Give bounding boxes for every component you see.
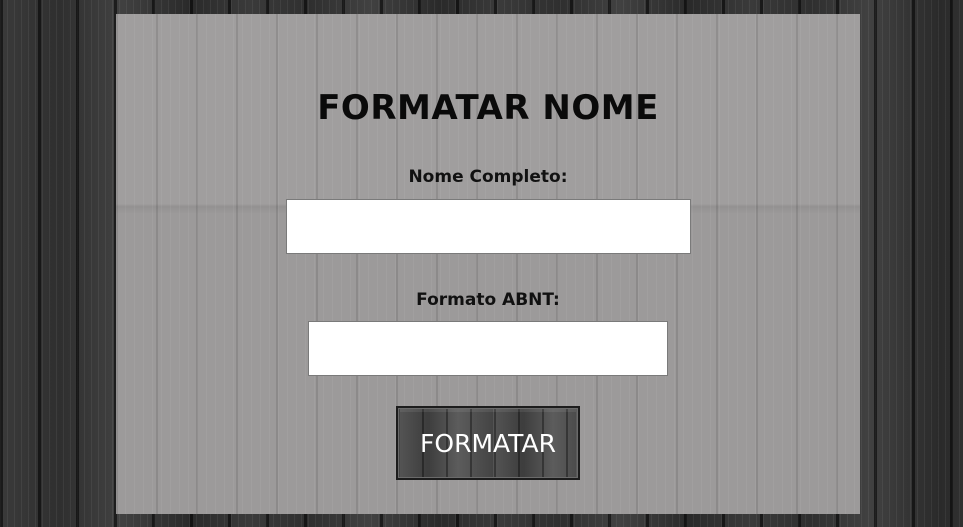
form-panel: FORMATAR NOME Nome Completo: Formato ABN… — [116, 14, 860, 514]
full-name-label: Nome Completo: — [408, 167, 568, 187]
format-button[interactable]: FORMATAR — [396, 406, 580, 480]
abnt-format-output[interactable] — [308, 321, 668, 376]
abnt-format-label: Formato ABNT: — [416, 290, 560, 310]
page-title: FORMATAR NOME — [317, 88, 659, 128]
full-name-input[interactable] — [286, 199, 691, 254]
